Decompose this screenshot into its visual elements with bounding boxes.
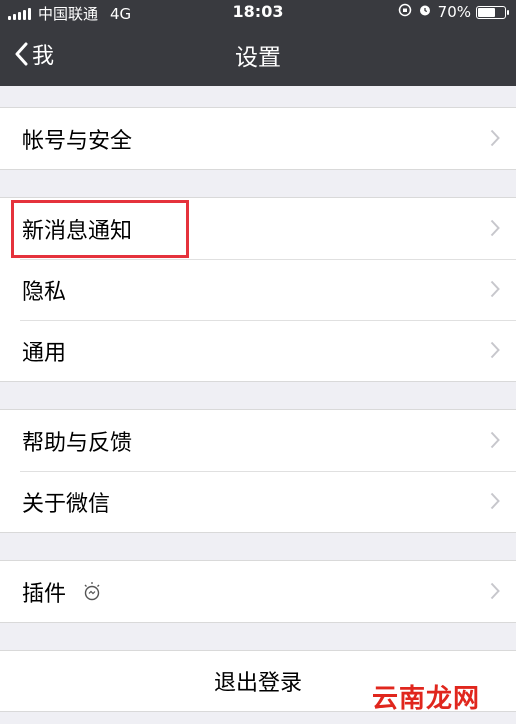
settings-item-help-feedback[interactable]: 帮助与反馈 bbox=[0, 410, 516, 471]
settings-item-privacy[interactable]: 隐私 bbox=[0, 259, 516, 320]
item-label: 隐私 bbox=[22, 279, 67, 305]
orientation-lock-icon bbox=[398, 3, 412, 21]
settings-group-help: 帮助与反馈 关于微信 bbox=[0, 409, 516, 533]
settings-item-about-wechat[interactable]: 关于微信 bbox=[0, 471, 516, 532]
settings-item-account-security[interactable]: 帐号与安全 bbox=[0, 108, 516, 169]
settings-item-plugins[interactable]: 插件 bbox=[0, 561, 516, 622]
alarm-icon bbox=[418, 3, 432, 21]
battery-level bbox=[478, 7, 496, 17]
page-title: 设置 bbox=[235, 45, 281, 71]
settings-group-account: 帐号与安全 bbox=[0, 107, 516, 170]
settings-group-plugins: 插件 bbox=[0, 560, 516, 623]
item-label: 关于微信 bbox=[22, 491, 111, 517]
chevron-right-icon bbox=[490, 341, 500, 359]
settings-item-general[interactable]: 通用 bbox=[0, 320, 516, 381]
watermark-text: 云南龙网 bbox=[371, 684, 480, 714]
battery-icon bbox=[476, 5, 509, 19]
item-label: 帐号与安全 bbox=[22, 128, 133, 154]
chevron-right-icon bbox=[490, 492, 500, 510]
chevron-right-icon bbox=[490, 431, 500, 449]
battery-percent: 70% bbox=[437, 3, 471, 21]
item-label: 通用 bbox=[22, 340, 67, 366]
highlight-annotation-box bbox=[11, 200, 189, 258]
item-label: 插件 bbox=[22, 581, 67, 607]
chevron-right-icon bbox=[490, 280, 500, 298]
chevron-right-icon bbox=[490, 129, 500, 147]
chevron-right-icon bbox=[490, 582, 500, 600]
nav-bar: 我 设置 bbox=[0, 24, 516, 86]
chevron-right-icon bbox=[490, 219, 500, 237]
bulb-icon bbox=[84, 581, 100, 600]
item-label: 帮助与反馈 bbox=[22, 430, 133, 456]
status-bar: 中国联通 4G 18:03 70% bbox=[0, 0, 516, 24]
